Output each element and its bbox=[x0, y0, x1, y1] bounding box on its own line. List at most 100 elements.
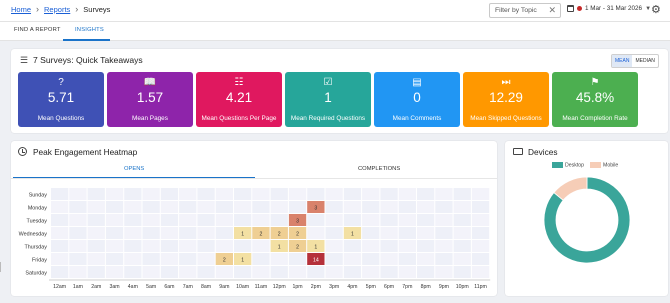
heatmap-cell[interactable] bbox=[343, 214, 362, 226]
heatmap-cell[interactable] bbox=[435, 188, 453, 200]
heatmap-cell[interactable] bbox=[69, 253, 87, 265]
heatmap-cell[interactable] bbox=[160, 227, 179, 239]
heatmap-cell[interactable] bbox=[325, 214, 343, 226]
heatmap-cell[interactable] bbox=[142, 227, 160, 239]
heatmap-cell[interactable] bbox=[252, 253, 270, 265]
heatmap-cell[interactable] bbox=[215, 240, 233, 252]
heatmap-cell[interactable] bbox=[380, 227, 398, 239]
heatmap-cell[interactable] bbox=[398, 214, 416, 226]
heatmap-cell[interactable] bbox=[160, 188, 179, 200]
heatmap-cell[interactable] bbox=[197, 253, 215, 265]
heatmap-cell[interactable] bbox=[307, 266, 325, 278]
heatmap-cell[interactable] bbox=[380, 266, 398, 278]
heatmap-cell[interactable] bbox=[270, 253, 288, 265]
heatmap-cell[interactable] bbox=[380, 188, 398, 200]
heatmap-cell[interactable] bbox=[417, 188, 435, 200]
heatmap-cell[interactable] bbox=[453, 240, 471, 252]
heatmap-cell[interactable] bbox=[252, 214, 270, 226]
heatmap-cell[interactable] bbox=[288, 201, 307, 213]
heatmap-cell[interactable] bbox=[380, 240, 398, 252]
heatmap-cell[interactable] bbox=[215, 201, 233, 213]
heatmap-cell[interactable] bbox=[179, 227, 197, 239]
breadcrumb-home-link[interactable]: Home bbox=[11, 5, 31, 14]
heatmap-cell[interactable] bbox=[362, 214, 380, 226]
heatmap-cell[interactable] bbox=[142, 214, 160, 226]
heatmap-cell[interactable] bbox=[471, 227, 490, 239]
heatmap-cell[interactable] bbox=[453, 266, 471, 278]
heatmap-cell[interactable] bbox=[343, 240, 362, 252]
heatmap-cell[interactable] bbox=[417, 214, 435, 226]
heatmap-cell[interactable] bbox=[362, 188, 380, 200]
heatmap-cell[interactable] bbox=[179, 266, 197, 278]
heatmap-cell[interactable] bbox=[417, 253, 435, 265]
heatmap-cell[interactable] bbox=[179, 188, 197, 200]
heatmap-cell[interactable] bbox=[69, 214, 87, 226]
heatmap-cell[interactable] bbox=[471, 253, 490, 265]
heatmap-cell[interactable] bbox=[453, 188, 471, 200]
heatmap-cell[interactable] bbox=[197, 201, 215, 213]
heatmap-cell[interactable] bbox=[343, 253, 362, 265]
heatmap-cell[interactable] bbox=[87, 201, 105, 213]
heatmap-cell[interactable] bbox=[234, 266, 252, 278]
heatmap-cell[interactable] bbox=[288, 266, 307, 278]
mean-toggle-button[interactable]: MEAN bbox=[612, 55, 633, 67]
heatmap-cell[interactable] bbox=[380, 214, 398, 226]
heatmap-cell[interactable] bbox=[252, 240, 270, 252]
heatmap-cell[interactable] bbox=[362, 227, 380, 239]
heatmap-cell[interactable] bbox=[398, 240, 416, 252]
heatmap-cell[interactable] bbox=[105, 240, 124, 252]
heatmap-cell[interactable] bbox=[252, 188, 270, 200]
heatmap-cell[interactable] bbox=[51, 188, 69, 200]
heatmap-cell[interactable] bbox=[234, 214, 252, 226]
heatmap-cell[interactable] bbox=[124, 240, 142, 252]
heatmap-cell[interactable] bbox=[288, 253, 307, 265]
heatmap-cell[interactable] bbox=[197, 214, 215, 226]
heatmap-cell[interactable] bbox=[51, 253, 69, 265]
heatmap-cell[interactable] bbox=[471, 266, 490, 278]
heatmap-cell[interactable] bbox=[288, 188, 307, 200]
heatmap-cell[interactable] bbox=[215, 188, 233, 200]
date-range-picker[interactable]: 1 Mar - 31 Mar 2026 ▼ bbox=[567, 5, 651, 12]
heatmap-cell[interactable] bbox=[270, 266, 288, 278]
heatmap-cell[interactable] bbox=[215, 227, 233, 239]
heatmap-cell[interactable] bbox=[435, 214, 453, 226]
heatmap-cell[interactable] bbox=[325, 188, 343, 200]
heatmap-cell[interactable] bbox=[325, 266, 343, 278]
heatmap-cell[interactable] bbox=[179, 240, 197, 252]
heatmap-cell[interactable] bbox=[179, 253, 197, 265]
heatmap-cell[interactable] bbox=[160, 253, 179, 265]
heatmap-cell[interactable] bbox=[124, 188, 142, 200]
heatmap-cell[interactable] bbox=[51, 266, 69, 278]
heatmap-cell[interactable] bbox=[453, 201, 471, 213]
median-toggle-button[interactable]: MEDIAN bbox=[632, 55, 657, 67]
heatmap-cell[interactable] bbox=[417, 266, 435, 278]
heatmap-cell[interactable] bbox=[417, 201, 435, 213]
heatmap-cell[interactable] bbox=[417, 227, 435, 239]
heatmap-cell[interactable] bbox=[142, 188, 160, 200]
heatmap-cell[interactable] bbox=[435, 266, 453, 278]
heatmap-cell[interactable] bbox=[105, 214, 124, 226]
heatmap-cell[interactable] bbox=[270, 214, 288, 226]
heatmap-cell[interactable] bbox=[398, 227, 416, 239]
heatmap-cell[interactable] bbox=[51, 240, 69, 252]
heatmap-cell[interactable] bbox=[160, 214, 179, 226]
heatmap-cell[interactable] bbox=[362, 266, 380, 278]
gear-icon[interactable]: ⚙ bbox=[651, 3, 661, 16]
heatmap-cell[interactable] bbox=[105, 253, 124, 265]
heatmap-cell[interactable] bbox=[142, 240, 160, 252]
heatmap-cell[interactable] bbox=[343, 188, 362, 200]
heatmap-cell[interactable] bbox=[160, 201, 179, 213]
heatmap-cell[interactable] bbox=[471, 201, 490, 213]
heatmap-cell[interactable] bbox=[197, 227, 215, 239]
heatmap-cell[interactable] bbox=[453, 253, 471, 265]
heatmap-cell[interactable] bbox=[87, 240, 105, 252]
heatmap-cell[interactable] bbox=[160, 266, 179, 278]
heatmap-cell[interactable] bbox=[124, 253, 142, 265]
heatmap-cell[interactable] bbox=[197, 188, 215, 200]
heatmap-cell[interactable] bbox=[160, 240, 179, 252]
heatmap-cell[interactable] bbox=[234, 201, 252, 213]
heatmap-cell[interactable] bbox=[471, 188, 490, 200]
heatmap-cell[interactable] bbox=[435, 240, 453, 252]
heatmap-cell[interactable] bbox=[398, 253, 416, 265]
heatmap-cell[interactable] bbox=[270, 201, 288, 213]
